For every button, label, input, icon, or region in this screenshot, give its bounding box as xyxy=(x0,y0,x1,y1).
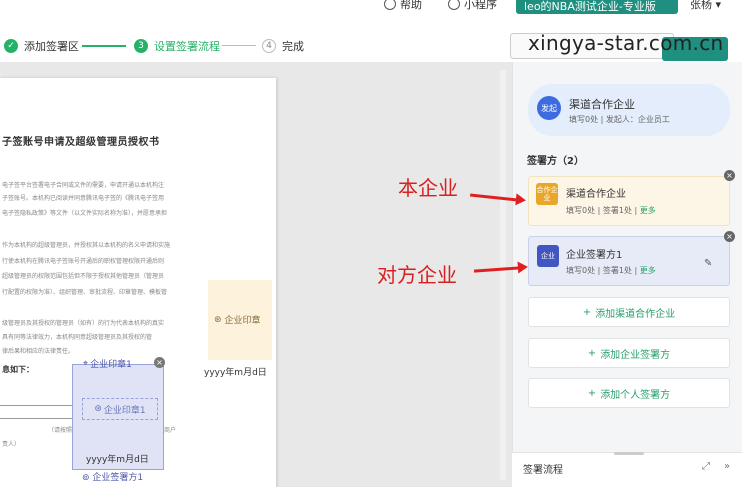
doc-paragraph: 作为本机构的超级管理员，并授权其以本机构的名义申请和实施 xyxy=(2,242,171,249)
step-label: 添加签署区 xyxy=(24,40,79,53)
signer-detail-text: 填写0处 | 签署1处 | xyxy=(566,266,640,275)
seal-slot-label: 企业印章1 xyxy=(103,405,146,416)
annotation-other-company: 对方企业 xyxy=(377,263,457,287)
doc-note: 责人） xyxy=(2,441,21,448)
step-connector xyxy=(222,45,256,46)
seal-icon: ⊛ xyxy=(214,314,222,325)
mini-program-icon xyxy=(448,0,460,10)
signer-detail: 填写0处 | 签署1处 | 更多 xyxy=(566,205,656,216)
step-set-flow[interactable]: 3 设置签署流程 xyxy=(134,38,220,54)
help-label: 帮助 xyxy=(400,0,422,11)
check-icon: ✓ xyxy=(4,39,18,53)
expand-icon[interactable]: ⤢ xyxy=(702,461,710,472)
collapse-icon[interactable]: » xyxy=(724,461,730,472)
signer-card[interactable] xyxy=(528,176,730,226)
signature-owner: ⊚ 企业签署方1 xyxy=(82,470,143,483)
signer-more-link[interactable]: 更多 xyxy=(640,206,656,215)
chevron-down-icon: ▾ xyxy=(715,0,722,11)
help-link[interactable]: 帮助 xyxy=(384,0,422,12)
seal-area-label: ⊛ 企业印章 xyxy=(214,313,261,327)
step-number: 3 xyxy=(134,39,148,53)
top-bar: 帮助 小程序 leo的NBA测试企业-专业版 张杨 ▾ xyxy=(0,0,742,14)
plus-icon: + xyxy=(587,347,597,359)
close-icon[interactable]: × xyxy=(724,231,735,242)
step-label: 完成 xyxy=(282,40,304,53)
doc-paragraph: 电子签隐私政策》等文件（以文件实际名称为准），并愿意承担 xyxy=(2,210,168,217)
step-number: 4 xyxy=(262,39,276,53)
signing-flow-title: 签署流程 xyxy=(523,465,563,476)
step-finish[interactable]: 4 完成 xyxy=(262,38,304,54)
mini-program-link[interactable]: 小程序 xyxy=(448,0,497,12)
help-icon xyxy=(384,0,396,10)
enterprise-label: leo的NBA测试企业-专业版 xyxy=(524,0,656,13)
add-button-label: 添加渠道合作企业 xyxy=(595,308,676,320)
initiator-detail: 填写0处 | 发起人：企业员工 xyxy=(569,115,670,124)
doc-paragraph: 子签账号。本机构已阅读并同意腾讯电子签的《腾讯电子签用 xyxy=(2,195,165,202)
signer-name: 企业签署方1 xyxy=(566,250,623,261)
signer-badge: 企业 xyxy=(537,245,559,267)
doc-paragraph: 行使本机构在腾讯电子签账号开通后的职权管理权限开通后则 xyxy=(2,258,165,265)
doc-paragraph: 电子签平台签署电子合同或文件的需要，申请开通以本机构注 xyxy=(2,182,165,189)
seal-slot[interactable]: ⊛ 企业印章1 xyxy=(82,398,158,420)
close-icon[interactable]: × xyxy=(724,170,735,181)
close-icon[interactable]: × xyxy=(154,357,165,368)
signer-name: 渠道合作企业 xyxy=(566,189,626,200)
seal-area-text: 企业印章 xyxy=(224,316,261,326)
plus-icon: + xyxy=(587,387,597,399)
add-channel-partner-button[interactable]: + 添加渠道合作企业 xyxy=(528,297,730,327)
add-button-label: 添加个人签署方 xyxy=(600,389,671,401)
mini-program-label: 小程序 xyxy=(464,0,497,11)
step-connector xyxy=(82,45,126,47)
pin-icon: ⌖ xyxy=(83,358,89,369)
signer-more-link[interactable]: 更多 xyxy=(640,266,656,275)
signature-owner-label: 企业签署方1 xyxy=(92,473,144,483)
signers-title: 签署方（2） xyxy=(527,156,584,167)
pin-icon: ⊚ xyxy=(82,473,90,483)
plus-icon: + xyxy=(582,306,592,318)
add-enterprise-signer-button[interactable]: + 添加企业签署方 xyxy=(528,338,730,368)
document-title: 子签账号申请及超级管理员授权书 xyxy=(2,137,160,148)
seal-icon: ⊛ xyxy=(94,404,102,414)
signature-field-label: ⌖ 企业印章1 xyxy=(83,357,132,371)
canvas-scrollbar[interactable] xyxy=(500,70,506,480)
user-name: 张杨 xyxy=(690,0,712,11)
watermark: xingya-star.com.cn xyxy=(528,31,724,55)
initiator-badge: 发起 xyxy=(537,96,561,120)
annotation-own-company: 本企业 xyxy=(398,176,458,200)
signature-field-title: 企业印章1 xyxy=(90,360,132,370)
signer-detail-text: 填写0处 | 签署1处 | xyxy=(566,206,640,215)
step-add-sign-area[interactable]: ✓ 添加签署区 xyxy=(4,38,79,54)
add-personal-signer-button[interactable]: + 添加个人签署方 xyxy=(528,378,730,408)
edit-icon[interactable]: ✎ xyxy=(704,258,712,269)
add-button-label: 添加企业签署方 xyxy=(600,349,671,361)
signer-detail: 填写0处 | 签署1处 | 更多 xyxy=(566,265,656,276)
drag-handle[interactable] xyxy=(614,452,644,455)
signature-date: yyyy年m月d日 xyxy=(86,455,149,465)
signer-badge: 合作企业 xyxy=(536,183,558,205)
date-placeholder: yyyy年m月d日 xyxy=(204,368,267,378)
initiator-name: 渠道合作企业 xyxy=(569,98,635,111)
user-menu[interactable]: 张杨 ▾ xyxy=(690,0,721,12)
enterprise-switcher[interactable]: leo的NBA测试企业-专业版 xyxy=(516,0,678,14)
step-label: 设置签署流程 xyxy=(154,40,220,53)
